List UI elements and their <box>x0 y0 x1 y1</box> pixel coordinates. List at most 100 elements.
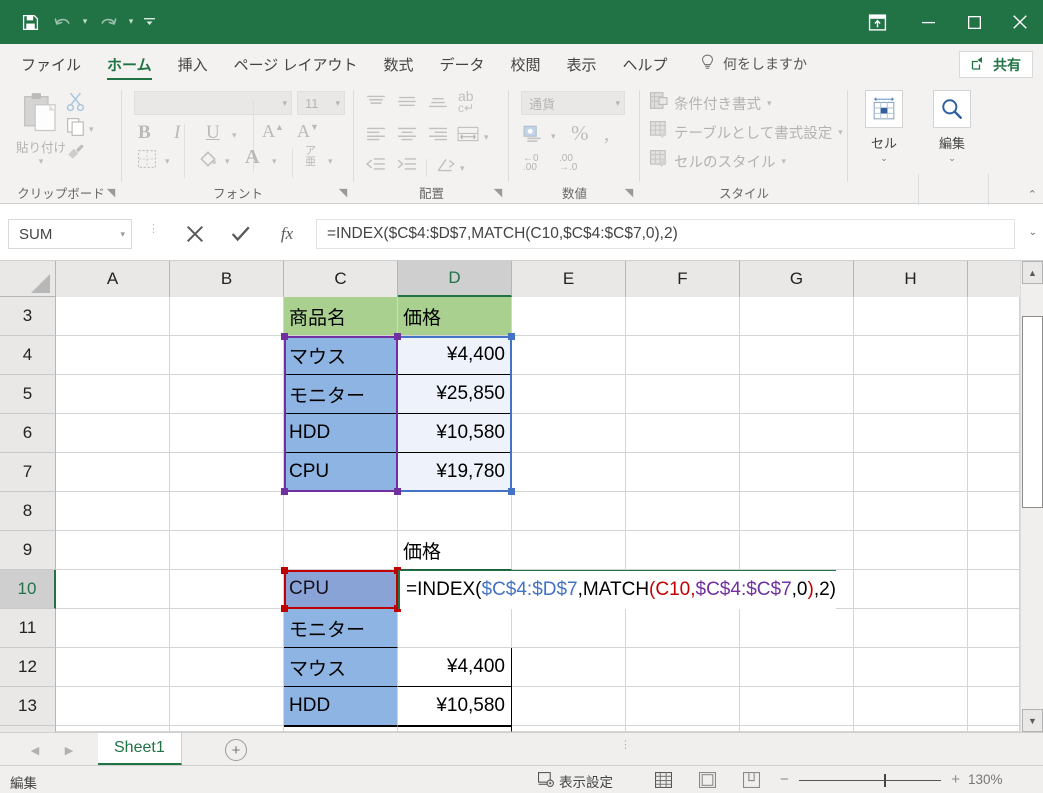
cell-G8[interactable] <box>740 492 854 531</box>
zoom-out-button[interactable]: − <box>780 771 789 788</box>
zoom-knob[interactable] <box>884 774 886 787</box>
font-dialog-launcher[interactable]: ◥ <box>336 186 350 200</box>
cell-D8[interactable] <box>398 492 512 531</box>
cell-H8[interactable] <box>854 492 968 531</box>
row-header-4[interactable]: 4 <box>0 336 56 375</box>
cell-I7[interactable] <box>968 453 1020 492</box>
tab-insert[interactable]: 挿入 <box>165 44 221 84</box>
align-center-button[interactable] <box>397 126 417 147</box>
column-header-I[interactable] <box>968 261 1020 297</box>
font-size-combo[interactable]: 11 ▾ <box>297 91 345 115</box>
tab-file[interactable]: ファイル <box>8 44 94 84</box>
cell-D3[interactable]: 価格 <box>398 297 512 336</box>
cell-H9[interactable] <box>854 531 968 570</box>
cell-A8[interactable] <box>56 492 170 531</box>
phonetic-guide-button[interactable]: ア亜 <box>305 146 316 168</box>
row-header-11[interactable]: 11 <box>0 609 56 648</box>
clipboard-dialog-launcher[interactable]: ◥ <box>104 186 118 200</box>
cell-C6[interactable]: HDD <box>284 414 398 453</box>
paste-button[interactable]: 貼り付け ▾ <box>12 92 70 167</box>
tab-page-layout[interactable]: ページ レイアウト <box>221 44 371 84</box>
row-header-13[interactable]: 13 <box>0 687 56 726</box>
name-box-dropdown-icon[interactable]: ▾ <box>120 229 125 240</box>
decrease-indent-button[interactable] <box>366 157 386 177</box>
tab-help[interactable]: ヘルプ <box>610 44 681 84</box>
alignment-dialog-launcher[interactable]: ◥ <box>491 186 505 200</box>
next-sheet-icon[interactable]: ▶ <box>56 740 82 760</box>
page-break-preview-icon[interactable] <box>740 770 762 790</box>
borders-dropdown-icon[interactable]: ▾ <box>165 156 170 167</box>
cell-F7[interactable] <box>626 453 740 492</box>
cell-A5[interactable] <box>56 375 170 414</box>
cell-I10[interactable] <box>968 570 1020 609</box>
cell-styles-dropdown-icon[interactable]: ▾ <box>782 156 787 167</box>
row-header-3[interactable]: 3 <box>0 297 56 336</box>
cell-D10-editing[interactable]: =INDEX($C$4:$D$7 ,MATCH (C10, $C$4:$C$7,0),… <box>398 570 837 609</box>
comma-style-button[interactable]: , <box>604 121 609 146</box>
cell-C3[interactable]: 商品名 <box>284 297 398 336</box>
cell-E8[interactable] <box>512 492 626 531</box>
cell-A10[interactable] <box>56 570 170 609</box>
cell-I13[interactable] <box>968 687 1020 726</box>
cell-H4[interactable] <box>854 336 968 375</box>
maximize-icon[interactable] <box>951 0 997 44</box>
cell-I11[interactable] <box>968 609 1020 648</box>
row-header-12[interactable]: 12 <box>0 648 56 687</box>
cell-B7[interactable] <box>170 453 284 492</box>
cell-D12[interactable]: ¥4,400 <box>398 648 512 687</box>
cell-G13[interactable] <box>740 687 854 726</box>
cell-A3[interactable] <box>56 297 170 336</box>
underline-button[interactable]: U <box>206 122 220 144</box>
column-header-C[interactable]: C <box>284 261 398 297</box>
text-orientation-dropdown-icon[interactable]: ▾ <box>460 163 465 174</box>
vertical-scrollbar[interactable]: ▲ ▼ <box>1020 261 1043 732</box>
cell-B3[interactable] <box>170 297 284 336</box>
cell-E11[interactable] <box>512 609 626 648</box>
align-left-button[interactable] <box>366 126 386 147</box>
increase-decimal-button[interactable]: ←0.00 <box>523 154 539 173</box>
format-as-table-button[interactable]: テーブルとして書式設定 ▾ <box>650 121 843 143</box>
cell-F9[interactable] <box>626 531 740 570</box>
number-format-combo[interactable]: 通貨 ▾ <box>521 91 625 115</box>
cell-G12[interactable] <box>740 648 854 687</box>
enter-icon[interactable] <box>218 219 264 249</box>
cell-F12[interactable] <box>626 648 740 687</box>
cell-I9[interactable] <box>968 531 1020 570</box>
merge-dropdown-icon[interactable]: ▾ <box>484 132 489 143</box>
cell-F8[interactable] <box>626 492 740 531</box>
cell-D11[interactable] <box>398 609 512 648</box>
cell-I4[interactable] <box>968 336 1020 375</box>
cell-A6[interactable] <box>56 414 170 453</box>
display-settings-button[interactable]: 表示設定 <box>538 771 613 791</box>
conditional-formatting-dropdown-icon[interactable]: ▾ <box>767 98 772 109</box>
expand-formula-bar-icon[interactable]: ⌄ <box>1029 227 1037 238</box>
column-header-D[interactable]: D <box>398 261 512 297</box>
bold-button[interactable]: B <box>138 122 151 144</box>
name-box[interactable]: SUM ▾ <box>8 219 132 249</box>
decrease-font-size-button[interactable]: A▼ <box>297 121 319 142</box>
text-orientation-button[interactable] <box>436 156 456 179</box>
font-color-dropdown-icon[interactable]: ▾ <box>272 156 277 167</box>
cell-H7[interactable] <box>854 453 968 492</box>
column-header-E[interactable]: E <box>512 261 626 297</box>
cells-dropdown-icon[interactable]: ⌄ <box>852 153 916 164</box>
fill-color-button[interactable] <box>198 149 218 174</box>
close-icon[interactable] <box>997 0 1043 44</box>
align-top-button[interactable] <box>366 94 386 115</box>
accounting-dropdown-icon[interactable]: ▾ <box>551 131 556 142</box>
cell-F6[interactable] <box>626 414 740 453</box>
italic-button[interactable]: I <box>174 122 180 144</box>
format-painter-button[interactable] <box>66 142 86 165</box>
copy-dropdown-icon[interactable]: ▾ <box>89 124 94 135</box>
merge-cells-button[interactable] <box>457 125 479 148</box>
split-handle[interactable]: ⋮ <box>620 740 631 751</box>
column-header-F[interactable]: F <box>626 261 740 297</box>
cell-C11[interactable]: モニター <box>284 609 398 648</box>
cell-G11[interactable] <box>740 609 854 648</box>
copy-button[interactable] <box>66 117 86 142</box>
cell-A12[interactable] <box>56 648 170 687</box>
number-dialog-launcher[interactable]: ◥ <box>622 186 636 200</box>
cell-C7[interactable]: CPU <box>284 453 398 492</box>
share-button[interactable]: 共有 <box>959 51 1033 78</box>
zoom-slider[interactable]: − + <box>780 770 960 790</box>
